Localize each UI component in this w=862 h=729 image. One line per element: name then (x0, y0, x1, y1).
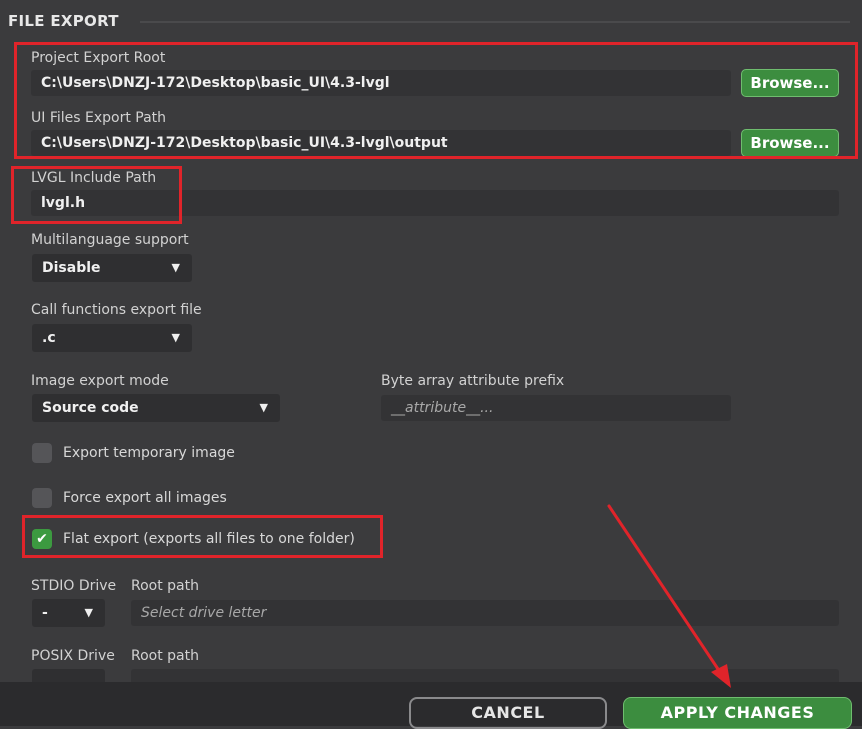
annotation-arrow-shaft (607, 504, 724, 677)
annotation-arrow (607, 504, 731, 688)
annotation-arrow-head (711, 664, 731, 688)
